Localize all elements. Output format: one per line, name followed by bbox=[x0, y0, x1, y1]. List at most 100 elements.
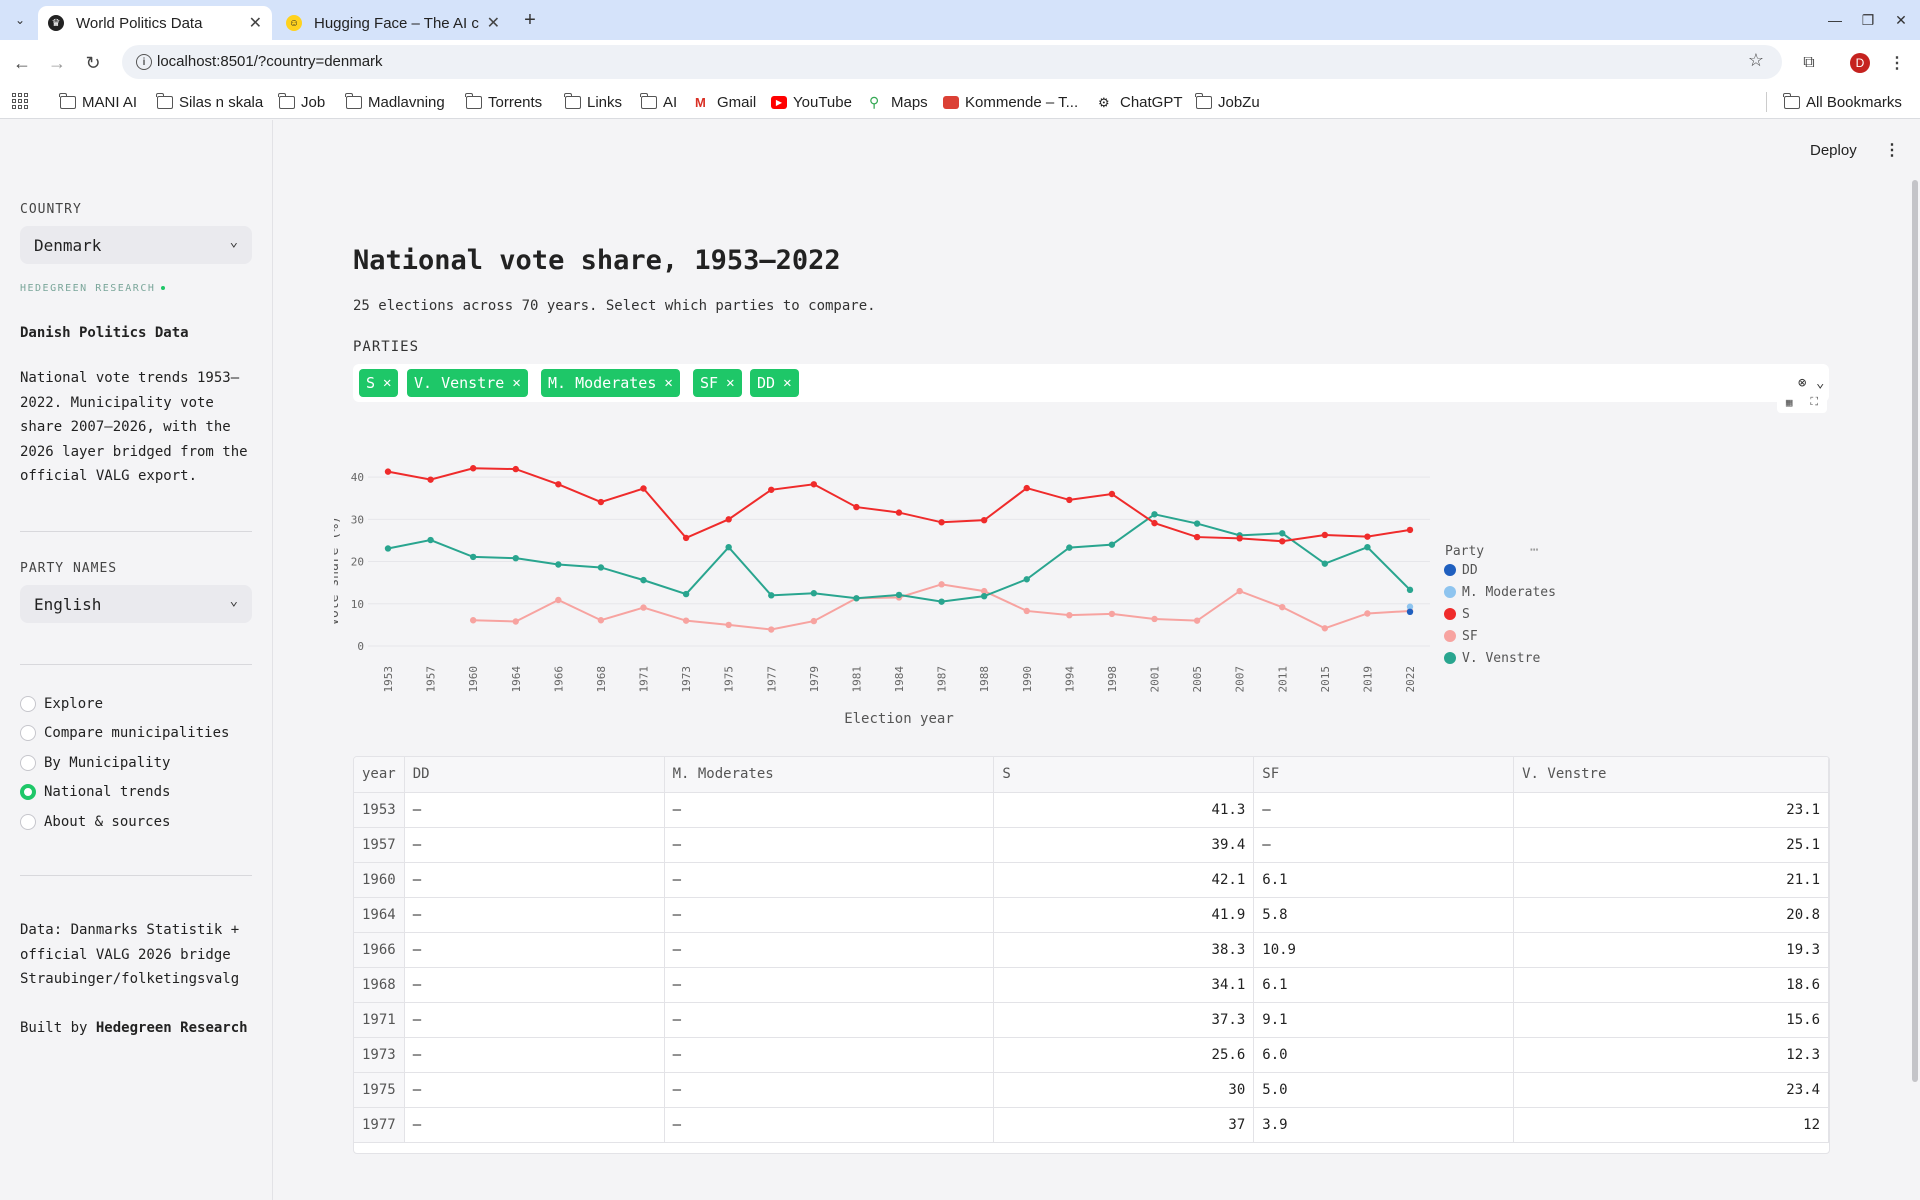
table-cell[interactable]: – bbox=[664, 827, 995, 863]
address-bar[interactable]: i localhost:8501/?country=denmark ☆ bbox=[122, 45, 1782, 79]
table-cell[interactable]: – bbox=[404, 932, 665, 968]
tab-world-politics[interactable]: ♛ World Politics Data ✕ bbox=[38, 6, 272, 40]
table-cell[interactable]: 1960 bbox=[354, 862, 405, 898]
bookmark-kommende[interactable]: Kommende – T... bbox=[943, 91, 1078, 113]
bookmark-mani-ai[interactable]: MANI AI bbox=[59, 91, 137, 113]
table-cell[interactable]: – bbox=[404, 1002, 665, 1038]
table-cell[interactable]: – bbox=[1253, 792, 1515, 828]
table-cell[interactable]: 38.3 bbox=[993, 932, 1255, 968]
column-header[interactable]: S bbox=[993, 757, 1255, 793]
close-icon[interactable]: ✕ bbox=[249, 13, 262, 33]
table-row[interactable]: 1973– –25.6 6.0 12.3 bbox=[354, 1037, 1829, 1073]
table-cell[interactable]: – bbox=[404, 792, 665, 828]
table-cell[interactable]: 9.1 bbox=[1253, 1002, 1515, 1038]
table-cell[interactable]: 6.1 bbox=[1253, 862, 1515, 898]
table-cell[interactable]: 10.9 bbox=[1253, 932, 1515, 968]
bookmark-job[interactable]: Job bbox=[278, 91, 325, 113]
table-cell[interactable]: 34.1 bbox=[993, 967, 1255, 1003]
column-header[interactable]: year bbox=[354, 757, 405, 793]
restore-icon[interactable]: ❐ bbox=[1856, 8, 1880, 32]
table-cell[interactable]: – bbox=[404, 967, 665, 1003]
column-header[interactable]: SF bbox=[1253, 757, 1515, 793]
table-cell[interactable]: – bbox=[664, 862, 995, 898]
kebab-menu-icon[interactable]: ⋮ bbox=[1884, 140, 1900, 159]
party-chip-moderates[interactable]: M. Moderates ✕ bbox=[541, 369, 680, 397]
column-header[interactable]: M. Moderates bbox=[664, 757, 995, 793]
table-cell[interactable]: 21.1 bbox=[1513, 862, 1829, 898]
table-row[interactable]: 1960– –42.1 6.1 21.1 bbox=[354, 862, 1829, 898]
extensions-icon[interactable]: ⧉ bbox=[1796, 50, 1822, 76]
table-cell[interactable]: 1971 bbox=[354, 1002, 405, 1038]
table-cell[interactable]: 5.8 bbox=[1253, 897, 1515, 933]
table-cell[interactable]: 20.8 bbox=[1513, 897, 1829, 933]
bookmark-gmail[interactable]: M Gmail bbox=[695, 91, 756, 113]
table-cell[interactable]: 23.4 bbox=[1513, 1072, 1829, 1108]
table-icon[interactable]: ▦ bbox=[1786, 396, 1793, 409]
party-chip-s[interactable]: S ✕ bbox=[359, 369, 399, 397]
column-header[interactable]: DD bbox=[404, 757, 665, 793]
all-bookmarks[interactable]: All Bookmarks bbox=[1783, 91, 1902, 113]
table-cell[interactable]: 41.9 bbox=[993, 897, 1255, 933]
party-chip-dd[interactable]: DD ✕ bbox=[750, 369, 799, 397]
remove-icon[interactable]: ✕ bbox=[664, 375, 672, 391]
fullscreen-icon[interactable]: ⛶ bbox=[1810, 395, 1818, 409]
bookmark-links[interactable]: Links bbox=[564, 91, 622, 113]
nav-radio-by-municipality[interactable]: By Municipality bbox=[20, 753, 170, 773]
bookmark-ai[interactable]: AI bbox=[640, 91, 677, 113]
nav-radio-explore[interactable]: Explore bbox=[20, 694, 103, 714]
kebab-menu-icon[interactable]: ⋮ bbox=[1884, 50, 1910, 76]
table-cell[interactable]: – bbox=[664, 967, 995, 1003]
bookmark-silas[interactable]: Silas n skala bbox=[156, 91, 263, 113]
table-row[interactable]: 1957– –39.4–25.1 bbox=[354, 827, 1829, 863]
nav-radio-national-trends[interactable]: National trends bbox=[20, 782, 170, 802]
nav-radio-compare[interactable]: Compare municipalities bbox=[20, 723, 229, 743]
bookmark-jobzu[interactable]: JobZu bbox=[1195, 91, 1260, 113]
clear-all-icon[interactable]: ⊗ bbox=[1798, 375, 1806, 391]
chevron-down-icon[interactable]: ⌄ bbox=[1816, 375, 1824, 391]
tab-hugging-face[interactable]: ☺ Hugging Face – The AI co ✕ bbox=[276, 6, 510, 40]
party-chip-sf[interactable]: SF ✕ bbox=[693, 369, 742, 397]
remove-icon[interactable]: ✕ bbox=[726, 375, 734, 391]
table-cell[interactable]: 1975 bbox=[354, 1072, 405, 1108]
table-cell[interactable]: 1953 bbox=[354, 792, 405, 828]
close-icon[interactable]: ✕ bbox=[487, 13, 500, 33]
close-icon[interactable]: ✕ bbox=[1889, 8, 1913, 32]
table-cell[interactable]: 1966 bbox=[354, 932, 405, 968]
apps-icon[interactable] bbox=[12, 93, 28, 109]
table-cell[interactable]: 18.6 bbox=[1513, 967, 1829, 1003]
table-cell[interactable]: – bbox=[664, 1072, 995, 1108]
bookmark-torrents[interactable]: Torrents bbox=[465, 91, 542, 113]
back-icon[interactable]: ← bbox=[9, 50, 35, 76]
table-cell[interactable]: 15.6 bbox=[1513, 1002, 1829, 1038]
table-cell[interactable]: 23.1 bbox=[1513, 792, 1829, 828]
remove-icon[interactable]: ✕ bbox=[512, 375, 520, 391]
table-cell[interactable]: 6.0 bbox=[1253, 1037, 1515, 1073]
table-cell[interactable]: 37 bbox=[993, 1107, 1255, 1143]
table-cell[interactable]: 37.3 bbox=[993, 1002, 1255, 1038]
table-cell[interactable]: – bbox=[664, 897, 995, 933]
column-header[interactable]: V. Venstre bbox=[1513, 757, 1829, 793]
table-row[interactable]: 1971– –37.3 9.1 15.6 bbox=[354, 1002, 1829, 1038]
table-cell[interactable]: – bbox=[664, 1037, 995, 1073]
bookmark-chatgpt[interactable]: ⚙ ChatGPT bbox=[1098, 91, 1183, 113]
table-cell[interactable]: – bbox=[664, 932, 995, 968]
table-cell[interactable]: 12.3 bbox=[1513, 1037, 1829, 1073]
table-cell[interactable]: 1968 bbox=[354, 967, 405, 1003]
new-tab-icon[interactable]: + bbox=[518, 8, 542, 32]
bookmark-maps[interactable]: ⚲ Maps bbox=[869, 91, 928, 113]
table-row[interactable]: 1977– –37 3.9 12 bbox=[354, 1107, 1829, 1143]
avatar[interactable]: D bbox=[1850, 53, 1870, 73]
table-cell[interactable]: 5.0 bbox=[1253, 1072, 1515, 1108]
table-cell[interactable]: – bbox=[664, 792, 995, 828]
scrollbar[interactable] bbox=[1912, 180, 1918, 1082]
table-cell[interactable]: 25.6 bbox=[993, 1037, 1255, 1073]
forward-icon[interactable]: → bbox=[44, 50, 70, 76]
table-cell[interactable]: 42.1 bbox=[993, 862, 1255, 898]
table-cell[interactable]: 6.1 bbox=[1253, 967, 1515, 1003]
table-cell[interactable]: – bbox=[404, 862, 665, 898]
table-row[interactable]: 1968– –34.1 6.1 18.6 bbox=[354, 967, 1829, 1003]
table-cell[interactable]: 1977 bbox=[354, 1107, 405, 1143]
table-cell[interactable]: – bbox=[404, 1037, 665, 1073]
table-cell[interactable]: – bbox=[404, 827, 665, 863]
table-cell[interactable]: – bbox=[404, 897, 665, 933]
